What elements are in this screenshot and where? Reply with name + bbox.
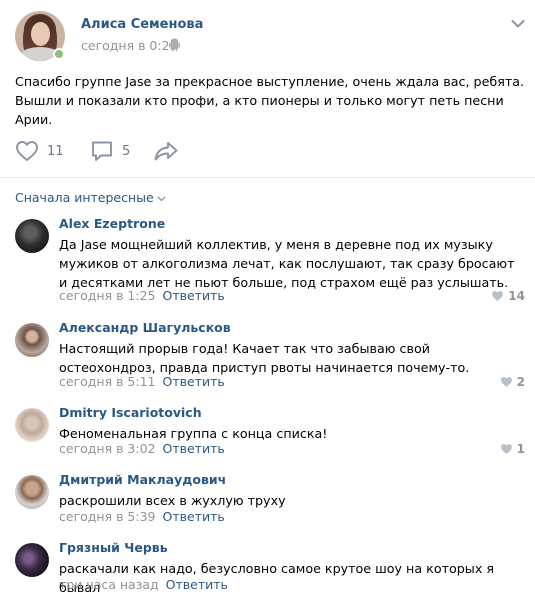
reply-button[interactable]: Ответить [163, 441, 225, 456]
comment-meta: сегодня в 5:39 Ответить [59, 509, 225, 524]
commenter-name[interactable]: Александр Шагульсков [59, 320, 231, 335]
heart-icon [500, 444, 512, 454]
reply-button[interactable]: Ответить [163, 374, 225, 389]
comment-date[interactable]: сегодня в 5:39 [59, 509, 156, 524]
commenter-avatar[interactable] [15, 323, 49, 357]
comment-like-button[interactable]: 14 [491, 289, 525, 303]
comment-text: Да Jase мощнейший коллектив, у меня в де… [59, 237, 515, 290]
commenter-avatar[interactable] [15, 543, 49, 577]
reply-button[interactable]: Ответить [163, 509, 225, 524]
comment-like-button[interactable]: 2 [500, 375, 525, 389]
reply-button[interactable]: Ответить [163, 288, 225, 303]
commenter-name[interactable]: Dmitry Iscariotovich [59, 405, 202, 420]
comment-date[interactable]: сегодня в 1:25 [59, 288, 156, 303]
comment-like-button[interactable]: 1 [500, 442, 525, 456]
comment-text: раскрошили всех в жухлую труху [59, 493, 286, 508]
comment-date[interactable]: сегодня в 3:02 [59, 441, 156, 456]
speech-bubble-icon [92, 141, 112, 161]
commenter-name[interactable]: Дмитрий Маклаудович [59, 472, 226, 487]
heart-icon [492, 291, 504, 301]
comment-count: 5 [122, 143, 131, 159]
comment-like-count: 14 [508, 289, 525, 303]
heart-icon [16, 141, 38, 161]
commenter-avatar[interactable] [15, 408, 49, 442]
author-name[interactable]: Алиса Семенова [81, 17, 203, 32]
commenter-name[interactable]: Alex Ezeptrone [59, 216, 165, 231]
wall-post: Алиса Семенова сегодня в 0:29 Спасибо гр… [0, 0, 535, 597]
online-indicator [53, 48, 65, 60]
heart-icon [500, 377, 512, 387]
comment-like-count: 1 [516, 442, 525, 456]
comment-date[interactable]: три часа назад [59, 577, 159, 592]
share-button[interactable] [153, 138, 179, 164]
chevron-down-icon[interactable] [511, 19, 525, 29]
divider [0, 177, 535, 178]
comment-meta: сегодня в 3:02 Ответить [59, 441, 225, 456]
commenter-avatar[interactable] [15, 219, 49, 253]
comment-text: Настоящий прорыв года! Качает так что за… [59, 341, 470, 375]
share-arrow-icon [154, 142, 178, 161]
commenter-name[interactable]: Грязный Червь [59, 540, 168, 555]
reply-button[interactable]: Ответить [166, 577, 228, 592]
comment-meta: три часа назад Ответить [59, 577, 228, 592]
comment-date[interactable]: сегодня в 5:11 [59, 374, 156, 389]
post-header: Алиса Семенова сегодня в 0:29 [15, 11, 525, 61]
sort-label: Сначала интересные [15, 190, 154, 205]
android-icon [169, 38, 180, 52]
like-button[interactable]: 11 [15, 138, 64, 164]
comment-button[interactable]: 5 [90, 138, 130, 164]
comment-meta: сегодня в 1:25 Ответить [59, 288, 225, 303]
like-count: 11 [47, 143, 64, 159]
comment-like-count: 2 [516, 375, 525, 389]
commenter-avatar[interactable] [15, 475, 49, 509]
post-date[interactable]: сегодня в 0:29 [81, 38, 178, 53]
comment-sort-dropdown[interactable]: Сначала интересные [15, 190, 166, 205]
comment-meta: сегодня в 5:11 Ответить [59, 374, 225, 389]
post-text: Спасибо группе Jase за прекрасное выступ… [15, 74, 525, 127]
chevron-down-icon [157, 196, 166, 201]
